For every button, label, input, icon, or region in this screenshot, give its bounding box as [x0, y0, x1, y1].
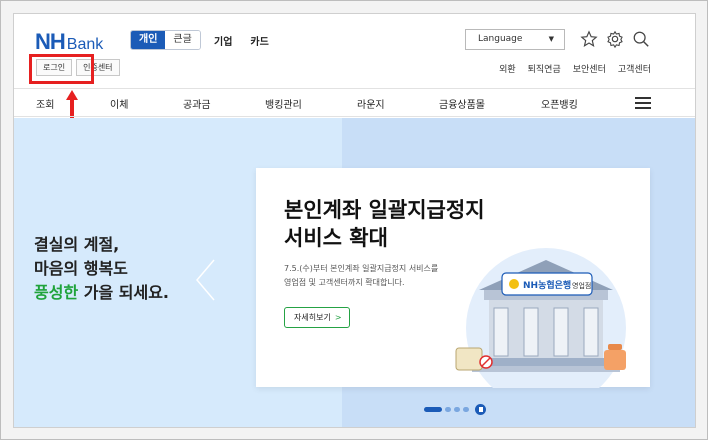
sign-branch: 영업점 [572, 281, 591, 290]
promo-title-line-1: 본인계좌 일괄지급정지 [284, 198, 485, 222]
menu-icon[interactable] [635, 97, 651, 109]
gear-icon[interactable] [606, 30, 624, 48]
greeting-line-3-rest: 가을 되세요. [78, 283, 169, 302]
utility-nav: 외환 퇴직연금 보안센터 고객센터 [499, 62, 651, 75]
logo-nh: NH [35, 29, 66, 54]
chevron-left-icon[interactable] [194, 258, 216, 302]
browser-viewport: NH Bank 개인 큰글 기업 카드 Language ▼ 로그인 인증센터 … [13, 13, 696, 428]
season-greeting: 결실의 계절, 마음의 행복도 풍성한 가을 되세요. [34, 233, 169, 305]
bank-building-illustration: NH농협은행 영업점 [455, 248, 626, 388]
menu-transfer[interactable]: 이체 [110, 96, 128, 111]
pause-icon[interactable] [475, 404, 486, 415]
screenshot-frame: NH Bank 개인 큰글 기업 카드 Language ▼ 로그인 인증센터 … [0, 0, 708, 440]
logo-bank: Bank [66, 36, 104, 53]
nh-bank-logo[interactable]: NH Bank [35, 29, 103, 55]
search-icon[interactable] [632, 30, 650, 48]
util-security[interactable]: 보안센터 [573, 62, 606, 75]
star-icon[interactable] [580, 30, 598, 48]
menu-open-banking[interactable]: 오픈뱅킹 [541, 96, 578, 111]
greeting-line-3: 풍성한 가을 되세요. [34, 281, 169, 305]
login-highlight-box [29, 54, 94, 84]
language-label: Language [478, 34, 523, 44]
menu-utility-bill[interactable]: 공과금 [183, 96, 211, 111]
card-link[interactable]: 카드 [250, 33, 268, 48]
greeting-highlight: 풍성한 [34, 283, 79, 302]
menu-lounge[interactable]: 라운지 [357, 96, 385, 111]
chevron-down-icon: ▼ [548, 35, 554, 43]
corporate-link[interactable]: 기업 [214, 33, 232, 48]
carousel-dot-active[interactable] [424, 407, 442, 412]
menu-product-mall[interactable]: 금융상품몰 [439, 96, 485, 111]
promo-card: 본인계좌 일괄지급정지 서비스 확대 7.5.(수)부터 본인계좌 일괄지급정지… [256, 168, 650, 388]
details-button[interactable]: 자세히보기 > [284, 307, 350, 328]
greeting-line-1: 결실의 계절, [34, 235, 120, 254]
details-button-label: 자세히보기 [294, 313, 331, 322]
menu-inquiry[interactable]: 조회 [36, 96, 54, 111]
menu-banking-mgmt[interactable]: 뱅킹관리 [265, 96, 302, 111]
util-forex[interactable]: 외환 [499, 62, 516, 75]
chevron-right-icon: > [334, 313, 342, 322]
large-text-tab[interactable]: 큰글 [165, 31, 200, 49]
top-nav: 기업 카드 [214, 33, 269, 48]
sign-text: NH농협은행 [523, 279, 571, 291]
personal-tab[interactable]: 개인 [131, 31, 166, 49]
view-mode-toggle: 개인 큰글 [130, 30, 201, 50]
greeting-line-2: 마음의 행복도 [34, 259, 128, 278]
carousel-dot[interactable] [454, 407, 460, 412]
util-customer[interactable]: 고객센터 [618, 62, 651, 75]
carousel-dot[interactable] [445, 407, 451, 412]
language-select[interactable]: Language ▼ [465, 29, 565, 50]
carousel-dot[interactable] [463, 407, 469, 412]
main-menu: 조회 이체 공과금 뱅킹관리 라운지 금융상품몰 오픈뱅킹 [14, 88, 695, 117]
util-pension[interactable]: 퇴직연금 [528, 62, 561, 75]
carousel-indicator [424, 404, 486, 415]
main-banner: 결실의 계절, 마음의 행복도 풍성한 가을 되세요. 본인계좌 일괄지급정지 … [14, 118, 695, 427]
